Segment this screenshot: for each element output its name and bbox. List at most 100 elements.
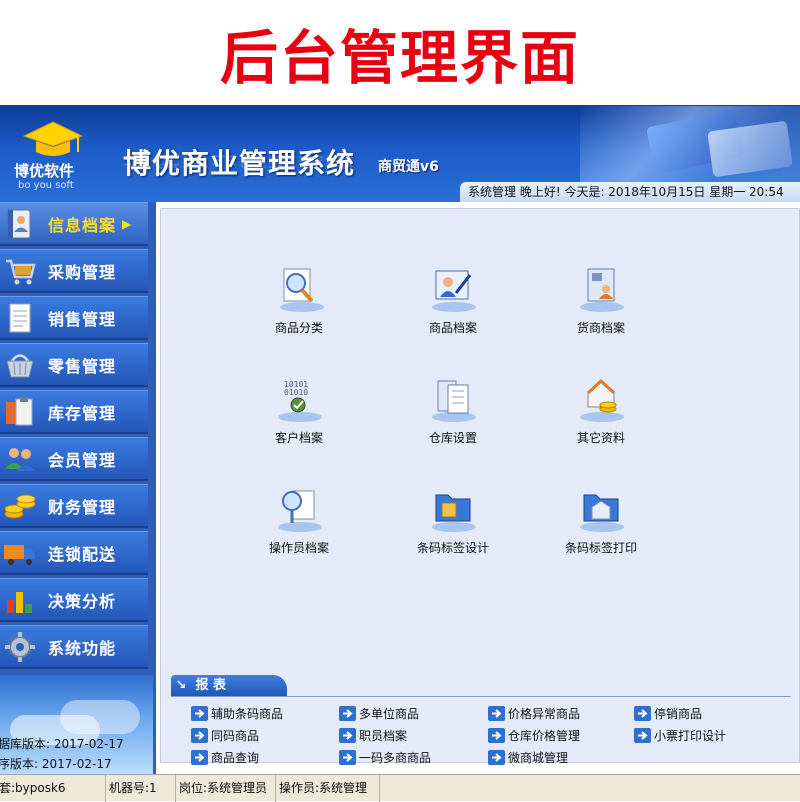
- truck-icon: [4, 544, 35, 565]
- welcome-text: 系统管理 晚上好! 今天是: 2018年10月15日 星期一 20:54: [468, 185, 784, 199]
- tile-warehouse-settings[interactable]: 仓库设置: [388, 375, 518, 446]
- main-content: 商品分类 商品档案 货商档案 10101 01010 客户档案 仓库设置 其它资…: [153, 202, 800, 774]
- status-position: 岗位:系统管理员: [176, 775, 276, 802]
- arrow-right-icon: [488, 705, 505, 721]
- report-link-label: 职员档案: [359, 728, 408, 743]
- supplier-profile-icon: [580, 268, 624, 312]
- report-link[interactable]: 辅助条码商品: [191, 703, 283, 723]
- banner-title: 后台管理界面: [219, 23, 580, 92]
- tile-product-category[interactable]: 商品分类: [234, 265, 364, 336]
- app-version: 程序版本: 2017-02-17: [0, 757, 112, 771]
- cloud-graphic: [60, 700, 140, 734]
- sidebar-item-members[interactable]: 会员管理: [0, 437, 148, 481]
- chevron-right-icon: ▶: [122, 216, 132, 231]
- sidebar-item-inventory[interactable]: 库存管理: [0, 390, 148, 434]
- function-panel: 商品分类 商品档案 货商档案 10101 01010 客户档案 仓库设置 其它资…: [160, 208, 800, 765]
- report-link[interactable]: 小票打印设计: [634, 725, 726, 745]
- tile-operator-profile[interactable]: 操作员档案: [234, 485, 364, 556]
- page-banner: 后台管理界面: [0, 0, 800, 105]
- logo-text-en: bo you soft: [18, 180, 74, 191]
- system-title-reflection: 博优商业管理系统: [123, 153, 356, 170]
- graduation-cap-icon: [22, 121, 84, 156]
- report-link-label: 多单位商品: [359, 706, 420, 721]
- sidebar: 信息档案 ▶ 采购管理 销售管理 零售管理 库存管理 会员管理 财务管理 连锁配…: [0, 202, 153, 774]
- sidebar-item-info-archive[interactable]: 信息档案 ▶: [0, 202, 148, 246]
- tile-supplier-profile[interactable]: 货商档案: [536, 265, 666, 336]
- status-machine: 机器号:1: [106, 775, 176, 802]
- arrow-right-icon: [191, 705, 208, 721]
- report-link[interactable]: 价格异常商品: [488, 703, 580, 723]
- company-logo: 博优软件 bo you soft: [8, 120, 98, 200]
- customer-binary-icon: 10101 01010: [278, 380, 322, 422]
- arrow-right-icon: [339, 705, 356, 721]
- sidebar-item-label: 连锁配送: [48, 544, 117, 564]
- members-icon: [5, 447, 35, 471]
- arrow-right-icon: [191, 749, 208, 765]
- report-link[interactable]: 商品查询: [191, 747, 259, 767]
- tile-barcode-label-design[interactable]: 条码标签设计: [388, 485, 518, 556]
- sidebar-item-sales[interactable]: 销售管理: [0, 296, 148, 340]
- sidebar-item-purchase[interactable]: 采购管理: [0, 249, 148, 293]
- db-version: 数据库版本: 2017-02-17: [0, 737, 124, 751]
- barcode-folder-icon: [432, 494, 476, 532]
- tile-label: 操作员档案: [268, 541, 329, 555]
- status-bar: 套:byposk6 机器号:1 岗位:系统管理员 操作员:系统管理: [0, 774, 800, 802]
- tile-customer-profile[interactable]: 10101 01010 客户档案: [234, 375, 364, 446]
- sidebar-item-retail[interactable]: 零售管理: [0, 343, 148, 387]
- report-link[interactable]: 仓库价格管理: [488, 725, 580, 745]
- arrow-right-icon: [634, 727, 651, 743]
- app-header: 博优软件 bo you soft 博优商业管理系统 博优商业管理系统 商贸通v6…: [0, 106, 800, 202]
- report-link-label: 商品查询: [211, 750, 260, 765]
- report-link[interactable]: 停销商品: [634, 703, 702, 723]
- sidebar-item-finance[interactable]: 财务管理: [0, 484, 148, 528]
- sidebar-item-chain-delivery[interactable]: 连锁配送: [0, 531, 148, 575]
- welcome-bar: 系统管理 晚上好! 今天是: 2018年10月15日 星期一 20:54: [460, 182, 800, 202]
- warehouse-document-icon: [432, 380, 476, 422]
- shopping-cart-icon: [6, 259, 36, 284]
- sidebar-item-label: 财务管理: [48, 497, 117, 517]
- arrow-down-right-icon: ↘: [175, 678, 187, 693]
- status-account: 套:byposk6: [0, 775, 106, 802]
- tile-label: 客户档案: [274, 431, 323, 445]
- gear-icon: [5, 631, 35, 662]
- status-operator: 操作员:系统管理: [276, 775, 380, 802]
- sidebar-item-system-functions[interactable]: 系统功能: [0, 625, 148, 669]
- coins-icon: [4, 494, 36, 518]
- tile-label: 条码标签打印: [564, 541, 637, 555]
- report-link[interactable]: 微商城管理: [488, 747, 568, 767]
- report-link-label: 小票打印设计: [654, 728, 727, 743]
- sidebar-item-decision-analysis[interactable]: 决策分析: [0, 578, 148, 622]
- reports-tab[interactable]: ↘ 报 表: [171, 675, 287, 697]
- arrow-right-icon: [191, 727, 208, 743]
- barcode-print-folder-icon: [580, 494, 624, 532]
- bar-chart-icon: [7, 591, 32, 613]
- tile-product-profile[interactable]: 商品档案: [388, 265, 518, 336]
- sidebar-item-label: 系统功能: [48, 638, 117, 658]
- report-link[interactable]: 多单位商品: [339, 703, 419, 723]
- svg-text:01010: 01010: [284, 388, 308, 397]
- tile-barcode-label-print[interactable]: 条码标签打印: [536, 485, 666, 556]
- tile-other-data[interactable]: 其它资料: [536, 375, 666, 446]
- report-link[interactable]: 同码商品: [191, 725, 259, 745]
- report-link-label: 同码商品: [211, 728, 260, 743]
- tile-label: 商品分类: [274, 321, 323, 335]
- sidebar-item-label: 零售管理: [48, 356, 117, 376]
- tile-label: 仓库设置: [428, 431, 477, 445]
- tile-label: 条码标签设计: [416, 541, 489, 555]
- arrow-right-icon: [634, 705, 651, 721]
- coins-house-icon: [580, 378, 624, 422]
- report-link-label: 微商城管理: [508, 750, 569, 765]
- report-link[interactable]: 一码多商商品: [339, 747, 431, 767]
- arrow-right-icon: [488, 727, 505, 743]
- tile-label: 货商档案: [576, 321, 625, 335]
- report-link[interactable]: 职员档案: [339, 725, 407, 745]
- profile-book-icon: [7, 209, 31, 238]
- reports-tab-label: 报 表: [195, 678, 227, 693]
- system-edition: 商贸通v6: [378, 159, 439, 175]
- tile-label: 商品档案: [428, 321, 477, 335]
- report-link-label: 辅助条码商品: [211, 706, 284, 721]
- clipboard-icon: [6, 396, 33, 425]
- sidebar-item-label: 会员管理: [48, 450, 117, 470]
- logo-text-cn: 博优软件: [14, 162, 75, 180]
- sidebar-item-label: 信息档案: [48, 215, 117, 235]
